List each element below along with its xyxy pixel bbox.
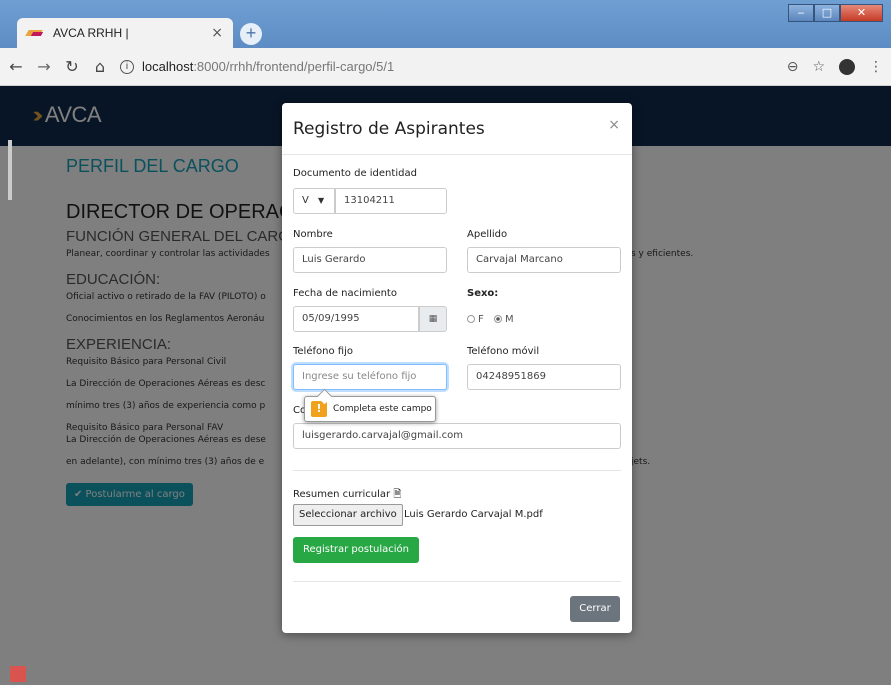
reload-icon[interactable]: ↻: [60, 57, 84, 76]
window-controls: ‒ □ ✕: [788, 4, 883, 22]
file-name: Luis Gerardo Carvajal M.pdf: [404, 509, 543, 520]
birthdate-label: Fecha de nacimiento: [293, 288, 397, 299]
extension-icon[interactable]: [839, 58, 855, 75]
footer-divider: [293, 581, 621, 582]
document-type-value: V: [302, 195, 309, 206]
sex-radio-f[interactable]: F: [467, 314, 484, 325]
resume-label-text: Resumen curricular: [293, 489, 391, 500]
info-icon[interactable]: i: [120, 59, 134, 74]
new-tab-button[interactable]: +: [240, 23, 262, 45]
modal-title: Registro de Aspirantes: [293, 119, 485, 139]
landline-label: Teléfono fijo: [293, 346, 353, 357]
resume-label: Resumen curricular 🗎: [293, 487, 401, 504]
last-name-input[interactable]: Carvajal Marcano: [467, 247, 621, 273]
document-label: Documento de identidad: [293, 168, 417, 179]
browser-toolbar: ← → ↻ ⌂ i localhost:8000/rrhh/frontend/p…: [0, 48, 891, 86]
modal-close-icon[interactable]: ×: [608, 117, 620, 133]
modal-header: Registro de Aspirantes ×: [282, 103, 632, 155]
landline-input[interactable]: Ingrese su teléfono fijo: [293, 364, 447, 390]
sex-radio-m[interactable]: M: [494, 314, 514, 325]
calendar-icon[interactable]: ▦: [419, 306, 447, 332]
browser-tab[interactable]: AVCA RRHH | ×: [17, 18, 233, 48]
tab-close-icon[interactable]: ×: [211, 25, 223, 41]
choose-file-button[interactable]: Seleccionar archivo: [293, 504, 403, 526]
radio-f-icon: [467, 315, 475, 323]
document-type-select[interactable]: V ▼: [293, 188, 335, 214]
birthdate-input[interactable]: 05/09/1995: [293, 306, 419, 332]
home-icon[interactable]: ⌂: [88, 57, 112, 76]
close-button[interactable]: Cerrar: [570, 596, 620, 622]
browser-titlebar: AVCA RRHH | × + ‒ □ ✕: [0, 0, 891, 48]
url-host: localhost: [142, 59, 194, 74]
taskbar-app-icon[interactable]: [10, 666, 26, 682]
select-arrow-icon: ▼: [318, 196, 325, 205]
favicon-icon: [27, 27, 43, 39]
zoom-icon[interactable]: ⊖: [787, 59, 799, 75]
back-icon[interactable]: ←: [4, 57, 28, 76]
tooltip-text: Completa este campo: [333, 404, 432, 414]
window-close-button[interactable]: ✕: [840, 4, 883, 22]
submit-application-button[interactable]: Registrar postulación: [293, 537, 419, 563]
menu-icon[interactable]: ⋮: [869, 59, 883, 75]
validation-tooltip: ! Completa este campo: [304, 396, 436, 422]
mobile-label: Teléfono móvil: [467, 346, 540, 357]
registration-modal: Registro de Aspirantes × Documento de id…: [282, 103, 632, 633]
radio-m-icon: [494, 315, 502, 323]
maximize-button[interactable]: □: [814, 4, 840, 22]
last-name-label: Apellido: [467, 229, 508, 240]
url-path: :8000/rrhh/frontend/perfil-cargo/5/1: [193, 59, 395, 74]
sex-m-label: M: [505, 314, 514, 325]
file-icon: 🗎: [393, 489, 402, 500]
email-input[interactable]: luisgerardo.carvajal@gmail.com: [293, 423, 621, 449]
first-name-label: Nombre: [293, 229, 333, 240]
first-name-input[interactable]: Luis Gerardo: [293, 247, 447, 273]
warning-icon: !: [311, 401, 327, 417]
scrollbar[interactable]: [8, 140, 12, 200]
address-bar[interactable]: i localhost:8000/rrhh/frontend/perfil-ca…: [120, 59, 787, 74]
sex-label: Sexo:: [467, 288, 499, 299]
mobile-input[interactable]: 04248951869: [467, 364, 621, 390]
minimize-button[interactable]: ‒: [788, 4, 814, 22]
tab-title: AVCA RRHH |: [53, 26, 129, 40]
divider: [293, 470, 621, 471]
forward-icon[interactable]: →: [32, 57, 56, 76]
document-number-input[interactable]: 13104211: [335, 188, 447, 214]
bookmark-star-icon[interactable]: ☆: [812, 59, 825, 75]
sex-f-label: F: [478, 314, 484, 325]
